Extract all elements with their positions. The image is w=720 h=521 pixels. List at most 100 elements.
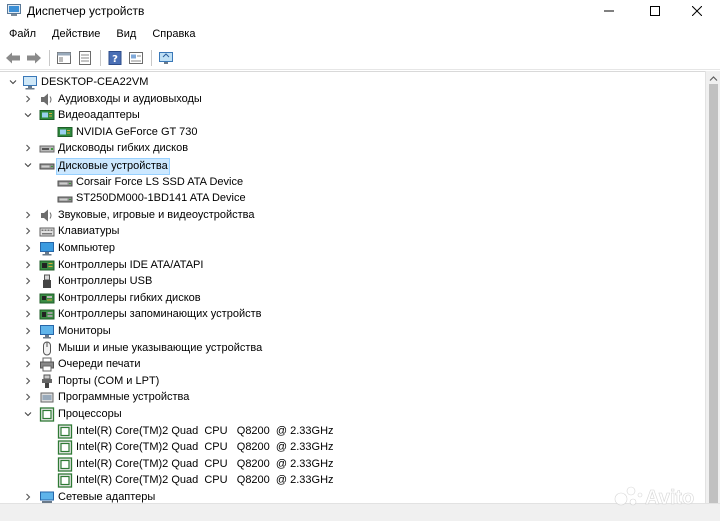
- tree-item-label: Контроллеры USB: [58, 275, 153, 288]
- toolbar: ?: [0, 46, 720, 70]
- floppy-drive-icon: [39, 141, 55, 156]
- tree-category-item[interactable]: Видеоадаптеры: [0, 107, 705, 124]
- tree-item-label: Сетевые адаптеры: [58, 491, 156, 503]
- collapse-chevron-icon[interactable]: [23, 160, 33, 170]
- menu-action[interactable]: Действие: [46, 25, 106, 43]
- tree-category-item[interactable]: Процессоры: [0, 406, 705, 423]
- tree-item-label: Звуковые, игровые и видеоустройства: [58, 208, 255, 221]
- maximize-button[interactable]: [632, 0, 678, 22]
- expand-chevron-icon[interactable]: [23, 343, 33, 353]
- forward-button[interactable]: [24, 48, 43, 67]
- expand-chevron-icon[interactable]: [23, 276, 33, 286]
- tree-item-label: Intel(R) Core(TM)2 Quad CPU Q8200 @ 2.33…: [76, 424, 334, 437]
- svg-text:?: ?: [112, 54, 118, 65]
- tree-device-item[interactable]: Corsair Force LS SSD ATA Device: [0, 174, 705, 191]
- expand-chevron-icon[interactable]: [23, 260, 33, 270]
- expand-chevron-icon[interactable]: [23, 94, 33, 104]
- window-title: Диспетчер устройств: [27, 4, 145, 18]
- tree-category-item[interactable]: Аудиовходы и аудиовыходы: [0, 91, 705, 108]
- tree-item-label: Очереди печати: [58, 358, 141, 371]
- tree-category-item[interactable]: Звуковые, игровые и видеоустройства: [0, 207, 705, 224]
- tree-item-label: Intel(R) Core(TM)2 Quad CPU Q8200 @ 2.33…: [76, 474, 334, 487]
- storage-controller-icon: [39, 307, 55, 322]
- disk-drive-icon: [57, 175, 73, 190]
- tree-category-item[interactable]: Дисковые устройства: [0, 157, 705, 175]
- tree-category-item[interactable]: Мыши и иные указывающие устройства: [0, 340, 705, 357]
- title-bar: Диспетчер устройств: [0, 0, 720, 22]
- help-icon: ?: [108, 50, 121, 65]
- properties-sheet-button[interactable]: [126, 48, 145, 67]
- help-button[interactable]: ?: [105, 48, 124, 67]
- display-adapter-icon: [57, 125, 73, 140]
- computer-icon: [22, 75, 38, 90]
- tree-item-label: Дисковые устройства: [56, 158, 170, 175]
- collapse-chevron-icon[interactable]: [23, 110, 33, 120]
- monitor-icon: [39, 324, 55, 339]
- tree-category-item[interactable]: Дисководы гибких дисков: [0, 140, 705, 157]
- expand-chevron-icon[interactable]: [23, 243, 33, 253]
- collapse-chevron-icon[interactable]: [23, 409, 33, 419]
- processor-icon: [57, 457, 73, 472]
- tree-device-item[interactable]: Intel(R) Core(TM)2 Quad CPU Q8200 @ 2.33…: [0, 472, 705, 489]
- toolbar-separator: [151, 49, 152, 66]
- device-manager-icon: [7, 4, 21, 17]
- expand-chevron-icon[interactable]: [23, 392, 33, 402]
- tree-item-label: Мыши и иные указывающие устройства: [58, 341, 263, 354]
- tree-device-item[interactable]: Intel(R) Core(TM)2 Quad CPU Q8200 @ 2.33…: [0, 439, 705, 456]
- properties-sheet-icon: [128, 51, 143, 64]
- expand-chevron-icon[interactable]: [23, 226, 33, 236]
- display-adapter-icon: [39, 108, 55, 123]
- expand-chevron-icon[interactable]: [23, 326, 33, 336]
- tree-device-item[interactable]: Intel(R) Core(TM)2 Quad CPU Q8200 @ 2.33…: [0, 423, 705, 440]
- tree-category-item[interactable]: Мониторы: [0, 323, 705, 340]
- disk-drive-icon: [57, 191, 73, 206]
- tree-category-item[interactable]: Контроллеры IDE ATA/ATAPI: [0, 257, 705, 274]
- tree-item-label: Intel(R) Core(TM)2 Quad CPU Q8200 @ 2.33…: [76, 457, 334, 470]
- menu-help[interactable]: Справка: [146, 25, 201, 43]
- tree-category-item[interactable]: Контроллеры запоминающих устройств: [0, 306, 705, 323]
- processor-icon: [57, 440, 73, 455]
- tree-item-label: Мониторы: [58, 325, 111, 337]
- expand-chevron-icon[interactable]: [23, 309, 33, 319]
- port-icon: [39, 374, 55, 389]
- tree-category-item[interactable]: Программные устройства: [0, 389, 705, 406]
- scrollbar-thumb[interactable]: [709, 84, 718, 512]
- minimize-button[interactable]: [586, 0, 632, 22]
- tree-item-label: Клавиатуры: [58, 225, 120, 238]
- tree-category-item[interactable]: Компьютер: [0, 240, 705, 257]
- tree-device-item[interactable]: NVIDIA GeForce GT 730: [0, 124, 705, 141]
- tree-item-label: Контроллеры запоминающих устройств: [58, 308, 262, 321]
- expand-chevron-icon[interactable]: [23, 293, 33, 303]
- back-button[interactable]: [3, 48, 22, 67]
- menu-file[interactable]: Файл: [3, 25, 42, 43]
- expand-chevron-icon[interactable]: [23, 492, 33, 502]
- tree-category-item[interactable]: Контроллеры гибких дисков: [0, 290, 705, 307]
- collapse-chevron-icon[interactable]: [8, 77, 18, 87]
- expand-chevron-icon[interactable]: [23, 143, 33, 153]
- toolbar-separator: [49, 49, 50, 66]
- tree-item-label: Corsair Force LS SSD ATA Device: [76, 175, 244, 188]
- scan-hardware-button[interactable]: [156, 48, 175, 67]
- processor-icon: [39, 407, 55, 422]
- menu-view[interactable]: Вид: [110, 25, 142, 43]
- tree-device-item[interactable]: ST250DM000-1BD141 ATA Device: [0, 190, 705, 207]
- tree-category-item[interactable]: Контроллеры USB: [0, 273, 705, 290]
- expand-chevron-icon[interactable]: [23, 359, 33, 369]
- expand-chevron-icon[interactable]: [23, 210, 33, 220]
- list-view-button[interactable]: [75, 48, 94, 67]
- tree-category-item[interactable]: Очереди печати: [0, 356, 705, 373]
- properties-button[interactable]: [54, 48, 73, 67]
- tree-root-label: DESKTOP-CEA22VM: [41, 76, 149, 88]
- tree-category-item[interactable]: Клавиатуры: [0, 223, 705, 240]
- vertical-scrollbar[interactable]: [705, 71, 720, 512]
- tree-device-item[interactable]: Intel(R) Core(TM)2 Quad CPU Q8200 @ 2.33…: [0, 456, 705, 473]
- menu-bar: Файл Действие Вид Справка: [0, 23, 720, 44]
- device-tree[interactable]: DESKTOP-CEA22VM Аудиовходы и аудиовыходы…: [0, 71, 705, 503]
- close-button[interactable]: [674, 0, 720, 22]
- expand-chevron-icon[interactable]: [23, 376, 33, 386]
- forward-arrow-icon: [26, 52, 41, 63]
- tree-root[interactable]: DESKTOP-CEA22VM: [0, 74, 705, 91]
- tree-category-item[interactable]: Сетевые адаптеры: [0, 489, 705, 503]
- tree-item-label: NVIDIA GeForce GT 730: [76, 125, 198, 138]
- tree-category-item[interactable]: Порты (COM и LPT): [0, 373, 705, 390]
